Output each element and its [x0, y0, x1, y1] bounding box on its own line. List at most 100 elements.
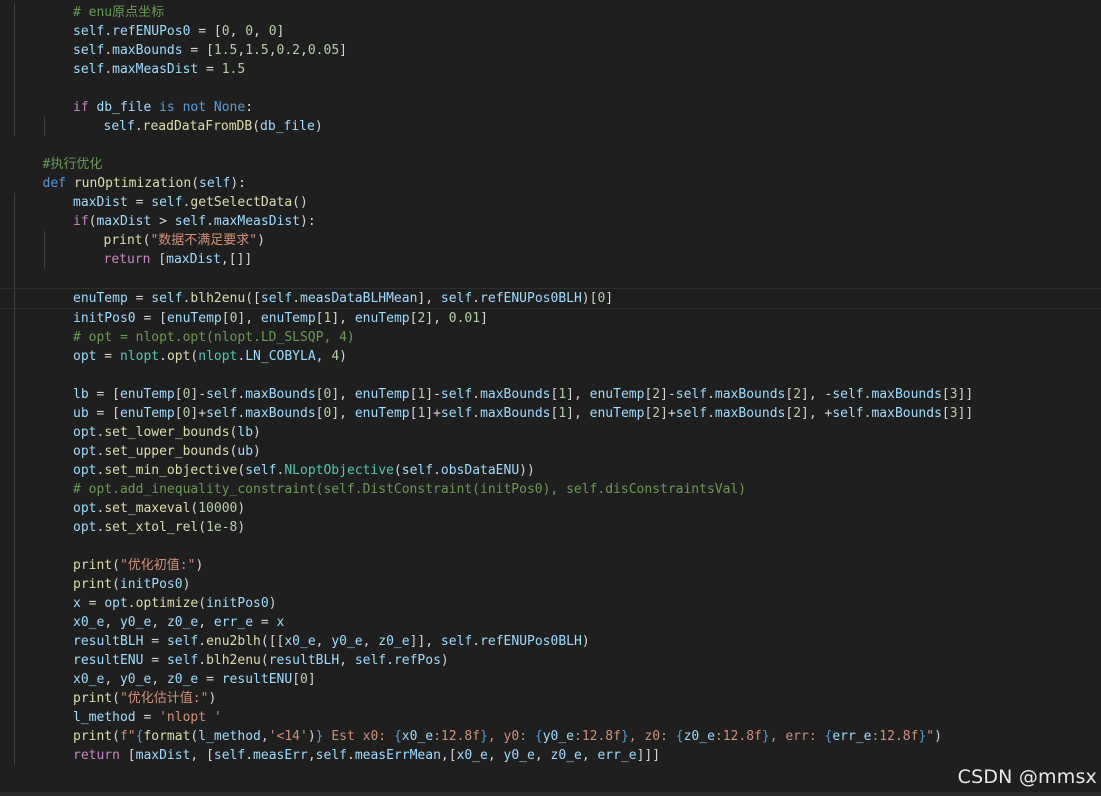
indent-guide: [14, 689, 15, 708]
code-line[interactable]: print("数据不满足要求"): [0, 231, 1101, 250]
code-token-var: ub: [237, 444, 254, 459]
code-token-plain: =: [198, 62, 222, 77]
code-token-comment: # opt = nlopt.opt(nlopt.LD_SLSQP, 4): [73, 330, 355, 345]
code-token-plain: ],: [566, 387, 590, 402]
code-token-var: enuTemp: [119, 406, 175, 421]
code-line[interactable]: opt.set_upper_bounds(ub): [0, 442, 1101, 461]
code-line[interactable]: print(f"{format(l_method,'<14')} Est x0:…: [0, 727, 1101, 746]
code-token-var: enuTemp: [354, 311, 410, 326]
code-line[interactable]: ub = [enuTemp[0]+self.maxBounds[0], enuT…: [0, 404, 1101, 423]
code-line[interactable]: self.maxMeasDist = 1.5: [0, 60, 1101, 79]
code-token-brace: }: [480, 729, 488, 744]
code-token-var: self: [315, 748, 347, 763]
code-line[interactable]: opt = nlopt.opt(nlopt.LN_COBYLA, 4): [0, 347, 1101, 366]
code-line[interactable]: if(maxDist > self.maxMeasDist):: [0, 212, 1101, 231]
code-token-brace: {: [393, 729, 402, 744]
indent-guide: [14, 575, 15, 594]
code-line[interactable]: [0, 366, 1101, 385]
code-line[interactable]: x0_e, y0_e, z0_e = resultENU[0]: [0, 670, 1101, 689]
code-line[interactable]: lb = [enuTemp[0]-self.maxBounds[0], enuT…: [0, 385, 1101, 404]
code-line-text: return [maxDist,[]]: [104, 250, 253, 269]
code-line[interactable]: # enu原点坐标: [0, 3, 1101, 22]
code-line-text: self.maxBounds = [1.5,1.5,0.2,0.05]: [73, 41, 347, 60]
code-line[interactable]: # opt = nlopt.opt(nlopt.LD_SLSQP, 4): [0, 328, 1101, 347]
code-line-text: if db_file is not None:: [73, 98, 253, 117]
code-line[interactable]: def runOptimization(self):: [0, 174, 1101, 193]
indent-guide: [14, 289, 15, 308]
code-token-plain: ]+: [425, 406, 441, 421]
code-token-plain: =: [127, 291, 152, 306]
code-line[interactable]: return [maxDist, [self.measErr,self.meas…: [0, 746, 1101, 765]
code-token-var: y0_e: [331, 634, 363, 649]
code-line[interactable]: opt.set_lower_bounds(lb): [0, 423, 1101, 442]
code-token-var: maxBounds: [480, 406, 551, 421]
code-token-plain: (: [191, 176, 200, 191]
code-line[interactable]: [0, 79, 1101, 98]
code-token-plain: ]-: [190, 387, 207, 402]
code-token-func: set_maxeval: [104, 501, 191, 516]
code-line[interactable]: self.maxBounds = [1.5,1.5,0.2,0.05]: [0, 41, 1101, 60]
code-line[interactable]: l_method = 'nlopt ': [0, 708, 1101, 727]
code-token-var: z0_e: [378, 634, 410, 649]
code-token-number: 1: [558, 406, 567, 421]
code-line[interactable]: #执行优化: [0, 155, 1101, 174]
code-line[interactable]: self.refENUPos0 = [0, 0, 0]: [0, 22, 1101, 41]
code-token-var: x0_e: [456, 748, 488, 763]
code-token-func: blh2enu: [206, 653, 261, 668]
code-token-plain: ([: [245, 291, 261, 306]
code-token-plain: >: [151, 214, 175, 229]
indent-guide: [14, 480, 15, 499]
indent-guide: [14, 461, 15, 480]
code-token-var: self: [103, 119, 135, 134]
code-line[interactable]: enuTemp = self.blh2enu([self.measDataBLH…: [0, 288, 1101, 309]
code-line[interactable]: print(initPos0): [0, 575, 1101, 594]
code-token-plain: .: [127, 596, 136, 611]
code-line[interactable]: [0, 136, 1101, 155]
code-editor[interactable]: # enu原点坐标 self.refENUPos0 = [0, 0, 0] self…: [0, 0, 1101, 796]
code-line[interactable]: x0_e, y0_e, z0_e, err_e = x: [0, 613, 1101, 632]
code-token-var: enuTemp: [260, 311, 316, 326]
code-line[interactable]: maxDist = self.getSelectData(): [0, 193, 1101, 212]
code-token-number: 2: [652, 406, 661, 421]
code-token-var: z0_e: [550, 748, 582, 763]
code-line[interactable]: [0, 269, 1101, 288]
code-token-brace: {: [534, 729, 543, 744]
code-token-func: print: [73, 577, 113, 592]
code-line[interactable]: if db_file is not None:: [0, 98, 1101, 117]
code-token-plain: ]-: [425, 387, 441, 402]
code-line[interactable]: print("优化估计值:"): [0, 689, 1101, 708]
code-token-plain: .: [104, 62, 113, 77]
code-line[interactable]: opt.set_xtol_rel(1e-8): [0, 518, 1101, 537]
code-token-plain: ,: [151, 615, 167, 630]
code-line[interactable]: return [maxDist,[]]: [0, 250, 1101, 269]
code-token-var: resultBLH: [73, 634, 144, 649]
code-token-func: blh2enu: [190, 291, 246, 306]
indent-guide: [14, 347, 15, 366]
code-token-plain: .: [206, 214, 214, 229]
code-token-var: self: [832, 406, 864, 421]
code-area[interactable]: # enu原点坐标 self.refENUPos0 = [0, 0, 0] self…: [0, 3, 1101, 765]
code-token-plain: [: [174, 406, 183, 421]
indent-guide: [14, 594, 15, 613]
code-token-plain: ): [934, 729, 942, 744]
code-line[interactable]: x = opt.optimize(initPos0): [0, 594, 1101, 613]
code-token-plain: ]: [276, 24, 285, 39]
code-token-plain: ],: [331, 406, 355, 421]
code-token-plain: =: [253, 615, 277, 630]
code-token-var: l_method: [73, 710, 136, 725]
code-line[interactable]: print("优化初值:"): [0, 556, 1101, 575]
code-token-func: optimize: [135, 596, 199, 611]
code-line[interactable]: opt.set_min_objective(self.NLoptObjectiv…: [0, 461, 1101, 480]
code-token-var: maxDist: [96, 214, 152, 229]
code-token-control: if: [73, 100, 89, 115]
code-line[interactable]: initPos0 = [enuTemp[0], enuTemp[1], enuT…: [0, 309, 1101, 328]
code-line[interactable]: [0, 537, 1101, 556]
code-line[interactable]: resultBLH = self.enu2blh([[x0_e, y0_e, z…: [0, 632, 1101, 651]
code-line[interactable]: resultENU = self.blh2enu(resultBLH, self…: [0, 651, 1101, 670]
code-token-plain: ,: [260, 729, 269, 744]
code-line[interactable]: # opt.add_inequality_constraint(self.Dis…: [0, 480, 1101, 499]
indent-guide: [14, 404, 15, 423]
code-line[interactable]: self.readDataFromDB(db_file): [0, 117, 1101, 136]
code-token-plain: .: [472, 634, 481, 649]
code-line[interactable]: opt.set_maxeval(10000): [0, 499, 1101, 518]
